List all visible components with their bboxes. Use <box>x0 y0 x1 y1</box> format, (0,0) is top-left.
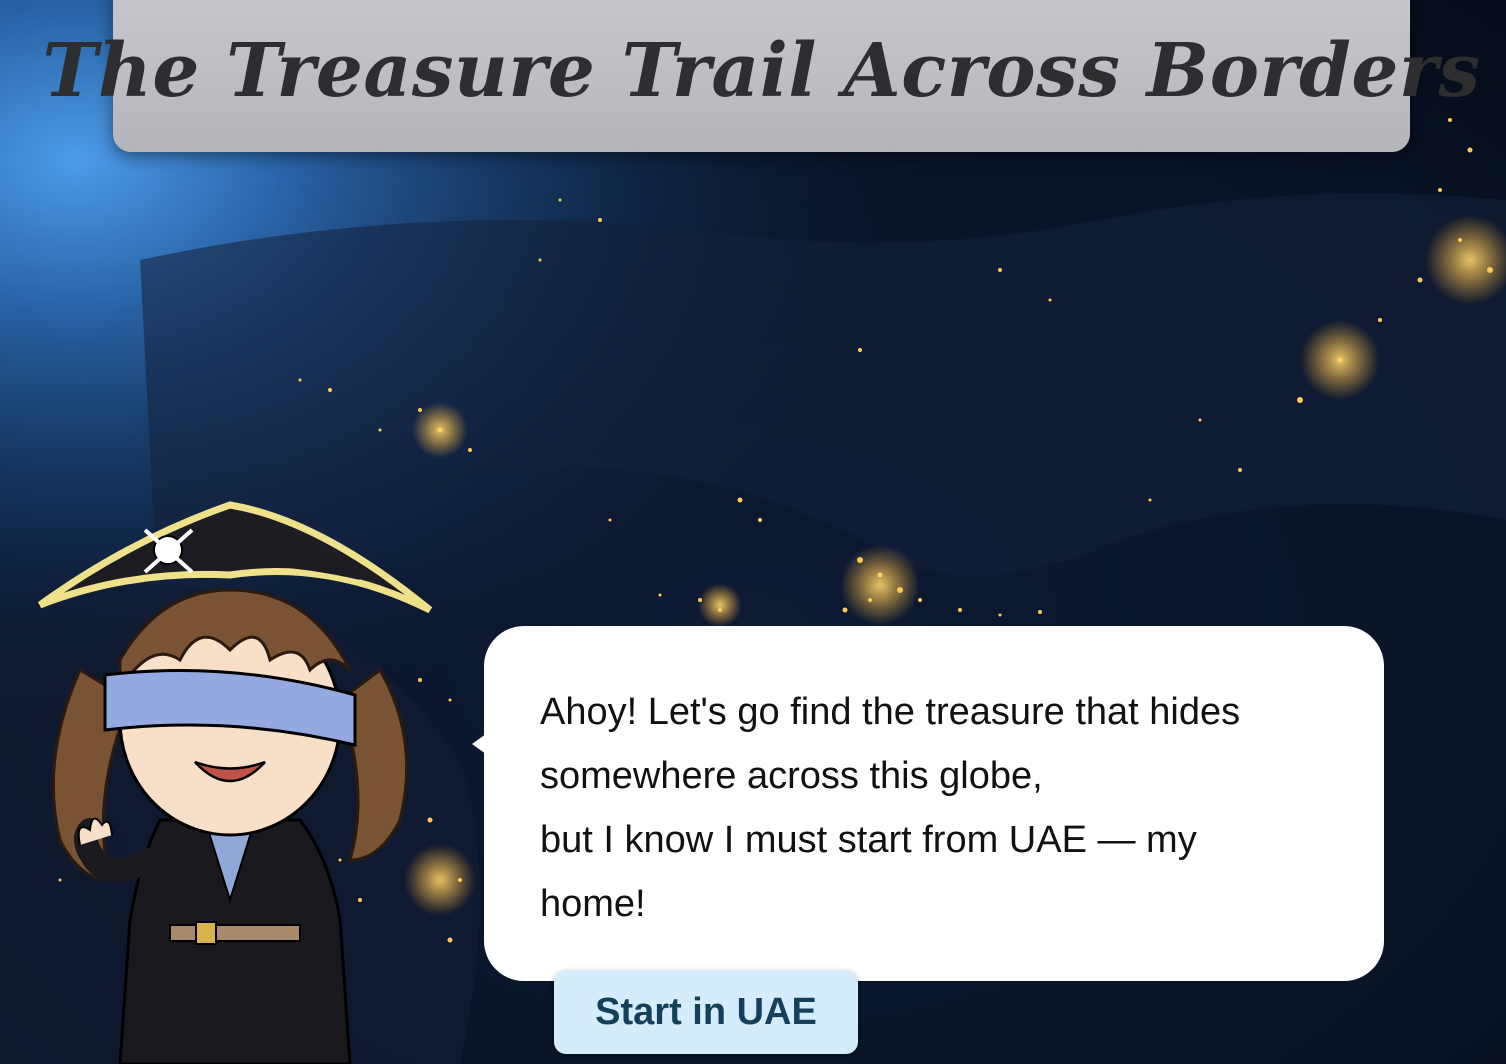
dialogue-line: Ahoy! Let's go find the treasure that hi… <box>540 691 1241 733</box>
title-banner: The Treasure Trail Across Borders <box>42 0 1480 152</box>
game-title: The Treasure Trail Across Borders <box>42 28 1481 114</box>
pirate-character <box>37 501 433 1064</box>
speech-bubble: Ahoy! Let's go find the treasure that hi… <box>472 626 1384 981</box>
dialogue-line: but I know I must start from UAE — my <box>540 819 1197 861</box>
dialogue-line: home! <box>540 883 646 925</box>
start-in-uae-button[interactable]: Start in UAE <box>554 970 858 1054</box>
dialogue-line: somewhere across this globe, <box>540 755 1043 797</box>
